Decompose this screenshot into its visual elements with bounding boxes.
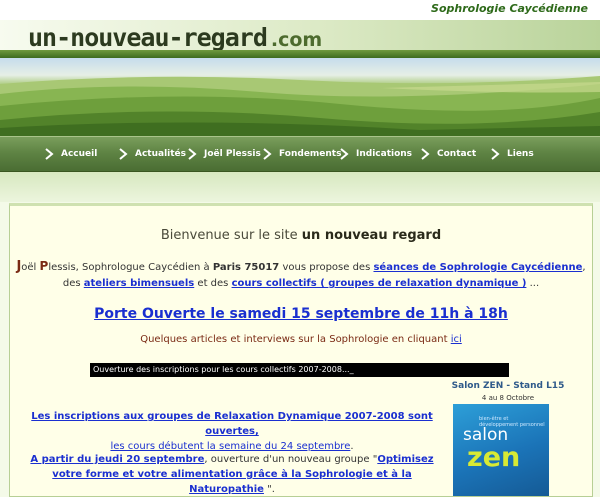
nav-item-joel-plessis[interactable]: Joël Plessis xyxy=(187,137,261,171)
logo-tld: .com xyxy=(270,29,323,51)
landscape-banner xyxy=(0,58,600,136)
nav-item-accueil[interactable]: Accueil xyxy=(44,137,97,171)
welcome-prefix: Bienvenue sur le site xyxy=(160,228,298,243)
nav-label: Joël Plessis xyxy=(204,149,261,159)
chevron-right-icon xyxy=(45,148,54,160)
intro-text: des xyxy=(62,278,84,289)
articles-line: Quelques articles et interviews sur la S… xyxy=(10,334,592,345)
salon-title: Salon ZEN - Stand L15 xyxy=(451,381,565,391)
chevron-right-icon xyxy=(119,148,128,160)
intro-text: lessis, Sophrologue Caycédien à xyxy=(48,262,213,273)
news1-line1[interactable]: Les inscriptions aux groupes de Relaxati… xyxy=(31,411,432,437)
header-divider xyxy=(0,50,600,58)
nav-label: Fondements xyxy=(279,149,342,159)
intro-city: Paris 75017 xyxy=(212,262,280,273)
news2-date-link[interactable]: A partir du jeudi 20 septembre xyxy=(30,454,204,465)
nav-label: Accueil xyxy=(61,149,98,159)
news1-line2[interactable]: les cours débutent la semaine du 24 sept… xyxy=(110,441,350,452)
salon-zen-banner[interactable]: bien-être et développement personnel sal… xyxy=(453,404,549,496)
intro-text: , xyxy=(582,262,586,273)
chevron-right-icon xyxy=(340,148,349,160)
news2-end: ". xyxy=(263,484,275,495)
nav-label: Indications xyxy=(356,149,413,159)
intro-text: et des xyxy=(194,278,232,289)
intro-text: oël xyxy=(21,262,40,273)
welcome-site-name: un nouveau regard xyxy=(301,228,442,243)
main-nav: Accueil Actualités Joël Plessis Fondemen… xyxy=(0,136,600,173)
news-nouveau-groupe: A partir du jeudi 20 septembre, ouvertur… xyxy=(22,452,442,497)
top-bar: Sophrologie Caycédienne xyxy=(0,0,600,20)
news-inscriptions[interactable]: Les inscriptions aux groupes de Relaxati… xyxy=(22,409,442,454)
landscape-image xyxy=(0,76,600,136)
chevron-right-icon xyxy=(263,148,272,160)
news-ticker: Ouverture des inscriptions pour les cour… xyxy=(90,363,509,377)
logo-text: un-nouveau-regard xyxy=(28,23,268,52)
intro-paragraph: Joël Plessis, Sophrologue Caycédien à Pa… xyxy=(10,258,592,292)
link-cours-collectifs[interactable]: cours collectifs ( groupes de relaxation… xyxy=(232,278,527,289)
news1-end: . xyxy=(350,441,354,452)
link-ateliers[interactable]: ateliers bimensuels xyxy=(84,278,194,289)
nav-item-indications[interactable]: Indications xyxy=(339,137,412,171)
chevron-right-icon xyxy=(421,148,430,160)
salon-zen-word: zen xyxy=(467,442,521,473)
nav-label: Liens xyxy=(507,149,534,159)
site-tagline: Sophrologie Caycédienne xyxy=(431,2,588,15)
intro-text: vous propose des xyxy=(279,262,374,273)
chevron-right-icon xyxy=(188,148,197,160)
nav-item-contact[interactable]: Contact xyxy=(420,137,476,171)
articles-link[interactable]: ici xyxy=(451,334,462,345)
news2-text: , ouverture d'un nouveau groupe " xyxy=(204,454,378,465)
articles-text: Quelques articles et interviews sur la S… xyxy=(140,334,451,345)
link-seances[interactable]: séances de Sophrologie Caycédienne xyxy=(373,262,582,273)
chevron-right-icon xyxy=(491,148,500,160)
nav-item-liens[interactable]: Liens xyxy=(490,137,534,171)
main-content: Bienvenue sur le site un nouveau regard … xyxy=(9,203,593,497)
nav-label: Contact xyxy=(437,149,477,159)
nav-item-actualites[interactable]: Actualités xyxy=(118,137,186,171)
site-logo[interactable]: un-nouveau-regard .com xyxy=(28,23,322,52)
nav-item-fondements[interactable]: Fondements xyxy=(262,137,341,171)
welcome-heading: Bienvenue sur le site un nouveau regard xyxy=(10,228,592,243)
intro-text: ... xyxy=(526,278,540,289)
intro-initial-p: P xyxy=(39,259,49,273)
salon-dates: 4 au 8 Octobre xyxy=(481,394,535,402)
nav-shadow-strip xyxy=(0,172,600,202)
nav-label: Actualités xyxy=(135,149,187,159)
porte-ouverte-link[interactable]: Porte Ouverte le samedi 15 septembre de … xyxy=(10,306,592,322)
